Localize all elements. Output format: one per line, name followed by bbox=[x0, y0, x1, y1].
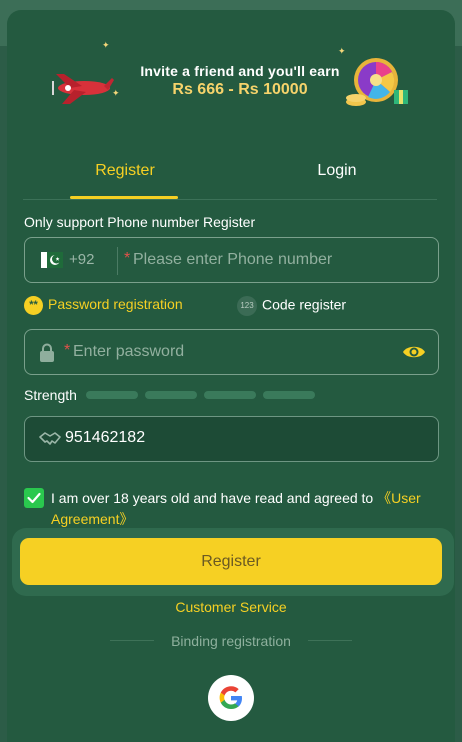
divider-line bbox=[308, 640, 352, 641]
phone-placeholder[interactable]: Please enter Phone number bbox=[133, 251, 332, 269]
google-icon bbox=[219, 686, 242, 709]
sparkle-icon: ✦ bbox=[102, 40, 110, 50]
active-tab-indicator bbox=[70, 196, 178, 199]
country-code[interactable]: +92 bbox=[69, 251, 94, 268]
strength-segment bbox=[204, 391, 256, 399]
strength-segment bbox=[263, 391, 315, 399]
tab-login[interactable]: Login bbox=[282, 162, 392, 180]
registration-mode-row: ** Password registration 123 Code register bbox=[24, 296, 439, 318]
invite-code-value[interactable]: 951462182 bbox=[65, 429, 145, 447]
auth-tabs: Register Login bbox=[23, 150, 437, 200]
register-button[interactable]: Register bbox=[20, 538, 442, 585]
pakistan-flag-icon bbox=[41, 252, 63, 268]
required-mark: * bbox=[64, 342, 71, 359]
invite-code-field[interactable]: 951462182 bbox=[24, 416, 439, 462]
checkmark-icon bbox=[27, 492, 41, 504]
lock-icon bbox=[40, 343, 54, 362]
support-label: Only support Phone number Register bbox=[24, 214, 256, 230]
google-login-button[interactable] bbox=[208, 675, 254, 721]
strength-segment bbox=[145, 391, 197, 399]
tab-register[interactable]: Register bbox=[70, 162, 180, 180]
code-mode-icon: 123 bbox=[237, 296, 257, 316]
handshake-icon bbox=[39, 432, 61, 445]
required-mark: * bbox=[124, 250, 131, 267]
field-divider bbox=[117, 247, 118, 275]
password-field[interactable]: * Enter password bbox=[24, 329, 439, 375]
binding-registration-label: Binding registration bbox=[171, 633, 291, 649]
agreement-text: I am over 18 years old and have read and… bbox=[51, 488, 441, 530]
code-register-label: Code register bbox=[262, 296, 347, 313]
invite-banner[interactable]: ✦ ✦ ✦ Invite a friend and you'll earn Rs… bbox=[48, 36, 416, 116]
strength-segment bbox=[86, 391, 138, 399]
password-registration-option[interactable]: ** Password registration bbox=[24, 296, 183, 315]
phone-field[interactable]: +92 * Please enter Phone number bbox=[24, 237, 439, 283]
eye-icon[interactable] bbox=[402, 344, 426, 360]
strength-label: Strength bbox=[24, 387, 77, 403]
banner-headline: Invite a friend and you'll earn bbox=[140, 63, 340, 79]
code-register-option[interactable]: 123 Code register bbox=[237, 296, 346, 316]
banner-amount: Rs 666 - Rs 10000 bbox=[172, 81, 308, 98]
prize-wheel-icon bbox=[346, 58, 408, 106]
banner-text: Invite a friend and you'll earn Rs 666 -… bbox=[120, 63, 360, 99]
agreement-checkbox[interactable] bbox=[24, 488, 44, 508]
password-placeholder[interactable]: Enter password bbox=[73, 343, 184, 361]
airplane-icon bbox=[52, 74, 114, 104]
password-registration-label: Password registration bbox=[48, 296, 183, 313]
agreement-statement: I am over 18 years old and have read and… bbox=[51, 490, 378, 506]
password-mode-icon: ** bbox=[24, 296, 43, 315]
customer-service-link[interactable]: Customer Service bbox=[0, 599, 462, 615]
sparkle-icon: ✦ bbox=[112, 88, 120, 98]
